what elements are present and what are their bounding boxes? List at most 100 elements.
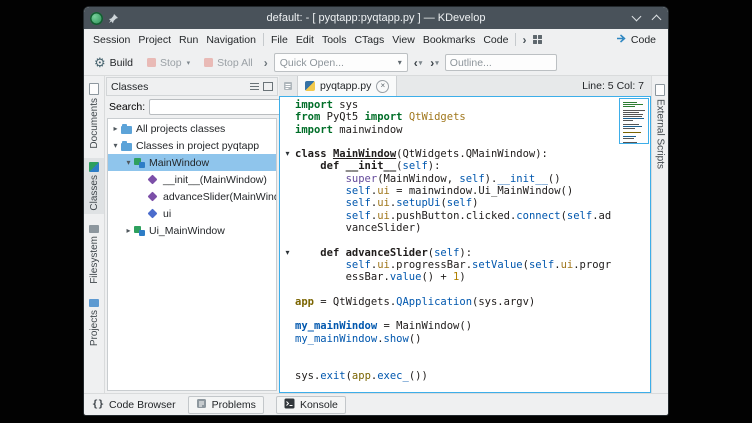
code-line[interactable] [280,308,650,320]
python-file-icon [305,81,315,91]
panel-menu-icon[interactable] [250,83,259,90]
tree-item-label: MainWindow [149,157,209,169]
menu-tools[interactable]: Tools [318,33,351,47]
menu-navigation[interactable]: Navigation [202,33,260,47]
expander-icon[interactable]: ▾ [124,158,133,167]
menu-file[interactable]: File [267,33,292,47]
tree-item-all-projects-classes[interactable]: ▸All projects classes [108,120,276,137]
back-arrow-icon: ‹ [414,56,418,70]
fold-marker-icon [280,124,295,136]
code-line[interactable]: self.ui.progressBar.setValue(self.ui.pro… [280,259,650,271]
tab-pyqtapp[interactable]: pyqtapp.py × [297,76,397,96]
code-line[interactable]: vanceSlider) [280,222,650,234]
tree-item-label: advanceSlider(MainWindow) [163,191,276,203]
expander-icon[interactable]: ▾ [111,141,120,150]
fold-marker-icon [280,370,295,382]
code-arrow-icon [616,33,627,47]
menu-run[interactable]: Run [175,33,202,47]
menu-overflow-chevron-icon[interactable]: › [519,33,529,47]
quick-open-combo[interactable]: Quick Open... ▾ [274,53,408,72]
code-text: class MainWindow(QtWidgets.QMainWindow): [295,148,548,160]
dock-tab-documents[interactable]: Documents [84,79,104,153]
minimize-button[interactable] [630,12,642,24]
menu-project[interactable]: Project [134,33,175,47]
fold-marker-icon [280,99,295,111]
filesystem-icon [89,225,99,233]
menu-code[interactable]: Code [479,33,512,47]
menu-view[interactable]: View [388,33,419,47]
problems-label: Problems [212,399,256,411]
navigate-forward-button[interactable]: › ▾ [428,55,441,71]
menu-ctags[interactable]: CTags [350,33,388,47]
tree-item-ui-mainwindow[interactable]: ▸Ui_MainWindow [108,222,276,239]
stop-button[interactable]: Stop ▾ [142,55,195,71]
stop-all-button[interactable]: Stop All [199,55,258,71]
braces-icon: {} [92,399,104,410]
fold-marker-icon[interactable]: ▾ [280,247,295,259]
code-view[interactable]: import sysfrom PyQt5 import QtWidgetsimp… [279,96,651,393]
code-line[interactable]: self.ui = mainwindow.Ui_MainWindow() [280,185,650,197]
code-line[interactable] [280,283,650,295]
outline-input[interactable] [445,54,557,71]
dock-tab-filesystem[interactable]: Filesystem [84,219,104,288]
stop-dropdown-icon: ▾ [187,59,191,67]
fold-marker-icon [280,185,295,197]
grid-icon[interactable] [533,35,542,44]
tree-item-classes-in-project-pyqtapp[interactable]: ▾Classes in project pyqtapp [108,137,276,154]
expander-icon[interactable]: ▸ [111,124,120,133]
toolbar-extension-chevron-icon[interactable]: › [262,56,270,70]
fold-marker-icon[interactable]: ▾ [280,148,295,160]
code-line[interactable] [280,234,650,246]
panel-float-icon[interactable] [263,82,273,91]
tree-item-ui[interactable]: ui [108,205,276,222]
code-line[interactable]: self.ui.setupUi(self) [280,197,650,209]
code-browser-button[interactable]: {} Code Browser [92,399,176,411]
code-line[interactable]: from PyQt5 import QtWidgets [280,111,650,123]
stop-all-label: Stop All [217,57,253,69]
expander-icon[interactable]: ▸ [124,226,133,235]
document-list-icon[interactable] [279,76,297,96]
back-dropdown-icon: ▾ [419,59,423,67]
navigate-back-button[interactable]: ‹ ▾ [412,55,425,71]
tree-item-advanceslider-mainwindow-[interactable]: advanceSlider(MainWindow) [108,188,276,205]
code-text: my_mainWindow.show() [295,333,421,345]
problems-button[interactable]: Problems [188,396,264,414]
code-line[interactable] [280,136,650,148]
code-text: self.ui.progressBar.setValue(self.ui.pro… [295,259,611,271]
code-line[interactable] [280,345,650,357]
code-line[interactable]: ▾ def advanceSlider(self): [280,247,650,259]
tab-close-icon[interactable]: × [376,80,389,93]
menu-bookmarks[interactable]: Bookmarks [419,33,480,47]
konsole-button[interactable]: Konsole [276,396,346,414]
konsole-icon [284,398,295,412]
dock-tab-external-scripts[interactable]: External Scripts [652,80,668,173]
titlebar[interactable]: default: - [ pyqtapp:pyqtapp.py ] — KDev… [84,7,668,29]
code-text: self.ui.pushButton.clicked.connect(self.… [295,210,611,222]
tree-item-mainwindow[interactable]: ▾ MainWindow [108,154,276,171]
build-button[interactable]: ⚙ Build [89,54,138,71]
scrollbar-minimap[interactable] [619,98,649,144]
code-line[interactable]: my_mainWindow = MainWindow() [280,320,650,332]
code-line[interactable]: import sys [280,99,650,111]
maximize-button[interactable] [650,12,662,24]
perspective-code-button[interactable]: Code [611,32,663,48]
fold-marker-icon [280,197,295,209]
code-line[interactable]: sys.exit(app.exec_()) [280,370,650,382]
menu-edit[interactable]: Edit [292,33,318,47]
dock-tab-classes[interactable]: Classes [84,158,104,215]
code-line[interactable]: self.ui.pushButton.clicked.connect(self.… [280,210,650,222]
code-line[interactable]: ▾class MainWindow(QtWidgets.QMainWindow)… [280,148,650,160]
code-line[interactable]: app = QtWidgets.QApplication(sys.argv) [280,296,650,308]
code-line[interactable]: my_mainWindow.show() [280,333,650,345]
code-line[interactable]: super(MainWindow, self).__init__() [280,173,650,185]
code-line[interactable]: def __init__(self): [280,160,650,172]
dock-tab-label: Projects [89,310,100,346]
code-line[interactable] [280,357,650,369]
code-line[interactable]: essBar.value() + 1) [280,271,650,283]
search-input[interactable] [149,99,292,115]
field-icon [148,209,158,219]
code-line[interactable]: import mainwindow [280,124,650,136]
tree-item--init-mainwindow-[interactable]: __init__(MainWindow) [108,171,276,188]
dock-tab-projects[interactable]: Projects [84,293,104,350]
menu-session[interactable]: Session [89,33,134,47]
